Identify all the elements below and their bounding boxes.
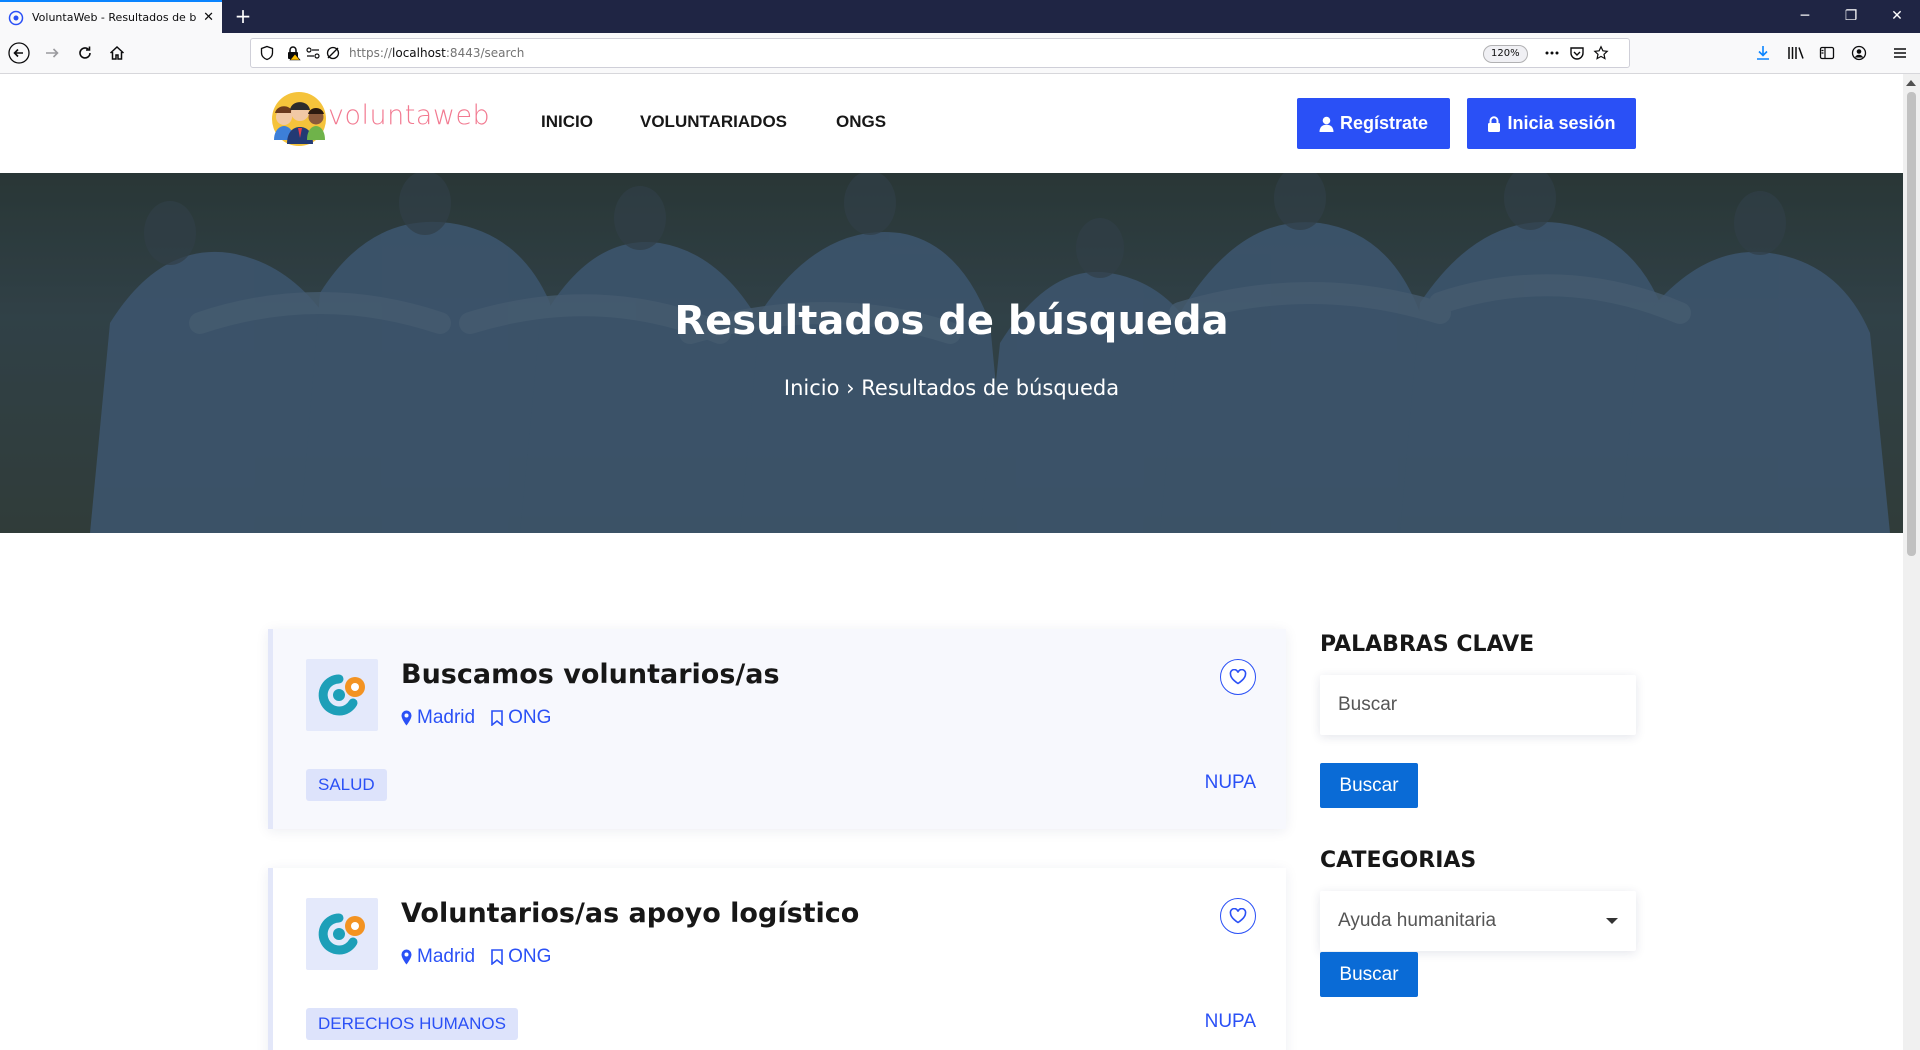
job-type: ONG xyxy=(491,946,551,968)
job-type-text: ONG xyxy=(508,946,552,967)
bookmark-icon xyxy=(491,710,503,726)
browser-tab-active[interactable]: VoluntaWeb - Resultados de bú ✕ xyxy=(0,0,222,33)
breadcrumb-home[interactable]: Inicio xyxy=(784,376,840,400)
org-name[interactable]: NUPA xyxy=(1205,772,1256,794)
categories-selected: Ayuda humanitaria xyxy=(1338,910,1497,931)
user-icon xyxy=(1319,116,1334,132)
job-location: Madrid xyxy=(401,707,475,729)
back-arrow-icon xyxy=(8,42,30,64)
org-logo-icon xyxy=(318,674,365,716)
window-minimize-button[interactable]: ─ xyxy=(1782,0,1828,33)
keywords-placeholder: Buscar xyxy=(1338,694,1398,715)
page-scrollbar[interactable] xyxy=(1903,74,1920,1050)
categories-search-button[interactable]: Buscar xyxy=(1320,952,1418,997)
favorite-button[interactable] xyxy=(1220,898,1256,934)
url-bar[interactable]: https://localhost:8443/search 120% xyxy=(250,38,1630,68)
keywords-heading: PALABRAS CLAVE xyxy=(1320,632,1535,657)
pocket-icon[interactable] xyxy=(1569,45,1585,61)
register-button[interactable]: Regístrate xyxy=(1297,98,1450,149)
zoom-level-badge[interactable]: 120% xyxy=(1483,45,1528,63)
job-card[interactable]: Voluntarios/as apoyo logístico Madrid ON… xyxy=(268,868,1286,1050)
hero-background-image xyxy=(0,173,1903,533)
shield-icon xyxy=(260,45,274,61)
login-label: Inicia sesión xyxy=(1507,113,1616,133)
map-pin-icon xyxy=(401,949,412,965)
window-close-button[interactable]: ✕ xyxy=(1874,0,1920,33)
nav-ongs[interactable]: ONGS xyxy=(836,112,886,132)
back-button[interactable] xyxy=(4,39,34,67)
categories-select[interactable]: Ayuda humanitaria xyxy=(1320,891,1636,951)
hero-banner: Resultados de búsqueda Inicio › Resultad… xyxy=(0,173,1903,533)
library-icon[interactable] xyxy=(1787,45,1805,61)
lock-icon xyxy=(1488,115,1501,132)
url-text[interactable]: https://localhost:8443/search xyxy=(349,46,524,60)
downloads-icon[interactable] xyxy=(1755,45,1771,61)
account-icon[interactable] xyxy=(1851,45,1867,61)
browser-nav-bar: https://localhost:8443/search 120% xyxy=(0,33,1920,74)
browser-tab-bar: VoluntaWeb - Resultados de bú ✕ + ─ ❐ ✕ xyxy=(0,0,1920,33)
org-logo-icon xyxy=(318,913,365,955)
new-tab-button[interactable]: + xyxy=(230,4,256,30)
site-header: voluntaweb INICIO VOLUNTARIADOS ONGS Reg… xyxy=(0,74,1903,173)
breadcrumb-separator: › xyxy=(846,376,855,400)
permissions-icon xyxy=(306,47,320,59)
job-location-text: Madrid xyxy=(417,707,476,728)
insecure-lock-icon xyxy=(288,46,301,61)
job-type: ONG xyxy=(491,707,551,729)
hero-title: Resultados de búsqueda xyxy=(674,298,1229,344)
nav-voluntariados[interactable]: VOLUNTARIADOS xyxy=(640,112,787,132)
heart-icon xyxy=(1229,669,1247,685)
bookmark-star-icon[interactable] xyxy=(1593,45,1609,61)
job-title[interactable]: Voluntarios/as apoyo logístico xyxy=(401,898,859,929)
category-tag[interactable]: SALUD xyxy=(306,769,387,801)
reload-icon xyxy=(79,46,91,59)
org-name[interactable]: NUPA xyxy=(1205,1011,1256,1033)
job-type-text: ONG xyxy=(508,707,552,728)
heart-icon xyxy=(1229,908,1247,924)
breadcrumb: Inicio › Resultados de búsqueda xyxy=(0,376,1903,400)
breadcrumb-current: Resultados de búsqueda xyxy=(861,376,1120,400)
page-viewport: voluntaweb INICIO VOLUNTARIADOS ONGS Reg… xyxy=(0,74,1903,1050)
job-location-text: Madrid xyxy=(417,946,476,967)
forward-button[interactable] xyxy=(37,39,67,67)
job-meta: Madrid ONG xyxy=(401,707,551,729)
home-button[interactable] xyxy=(102,39,132,67)
home-icon xyxy=(109,45,125,60)
bookmark-icon xyxy=(491,949,503,965)
categories-heading: CATEGORIAS xyxy=(1320,848,1477,873)
job-location: Madrid xyxy=(401,946,475,968)
hamburger-menu-icon[interactable] xyxy=(1892,45,1908,61)
url-scheme: https:// xyxy=(349,46,393,60)
job-card[interactable]: Buscamos voluntarios/as Madrid ONG SALUD… xyxy=(268,629,1286,829)
scroll-up-icon[interactable] xyxy=(1906,80,1916,86)
job-meta: Madrid ONG xyxy=(401,946,551,968)
browser-tab-title: VoluntaWeb - Resultados de bú xyxy=(32,11,196,24)
keywords-search-input[interactable]: Buscar xyxy=(1320,675,1636,735)
url-host: localhost xyxy=(392,46,446,60)
register-label: Regístrate xyxy=(1339,113,1429,133)
category-tag[interactable]: DERECHOS HUMANOS xyxy=(306,1008,518,1040)
job-title[interactable]: Buscamos voluntarios/as xyxy=(401,659,780,690)
favorite-button[interactable] xyxy=(1220,659,1256,695)
tab-close-icon[interactable]: ✕ xyxy=(203,10,214,25)
logo-text: voluntaweb xyxy=(328,100,491,131)
url-path: :8443/search xyxy=(445,46,525,60)
map-pin-icon xyxy=(401,710,412,726)
window-restore-button[interactable]: ❐ xyxy=(1828,0,1874,33)
site-logo[interactable]: voluntaweb xyxy=(270,90,490,148)
login-button[interactable]: Inicia sesión xyxy=(1467,98,1636,149)
scrollbar-thumb[interactable] xyxy=(1907,92,1916,556)
reload-button[interactable] xyxy=(70,39,100,67)
site-favicon-icon xyxy=(8,10,24,25)
org-logo xyxy=(306,659,378,731)
volunteers-logo-icon xyxy=(272,92,326,146)
org-logo xyxy=(306,898,378,970)
sidebar-toggle-icon[interactable] xyxy=(1819,45,1835,61)
page-actions-icon[interactable] xyxy=(1544,45,1560,61)
tracking-protection-icon xyxy=(326,46,340,60)
keywords-search-button[interactable]: Buscar xyxy=(1320,763,1418,808)
nav-inicio[interactable]: INICIO xyxy=(541,112,593,132)
chevron-down-icon xyxy=(1606,918,1618,924)
forward-arrow-icon xyxy=(46,48,59,58)
